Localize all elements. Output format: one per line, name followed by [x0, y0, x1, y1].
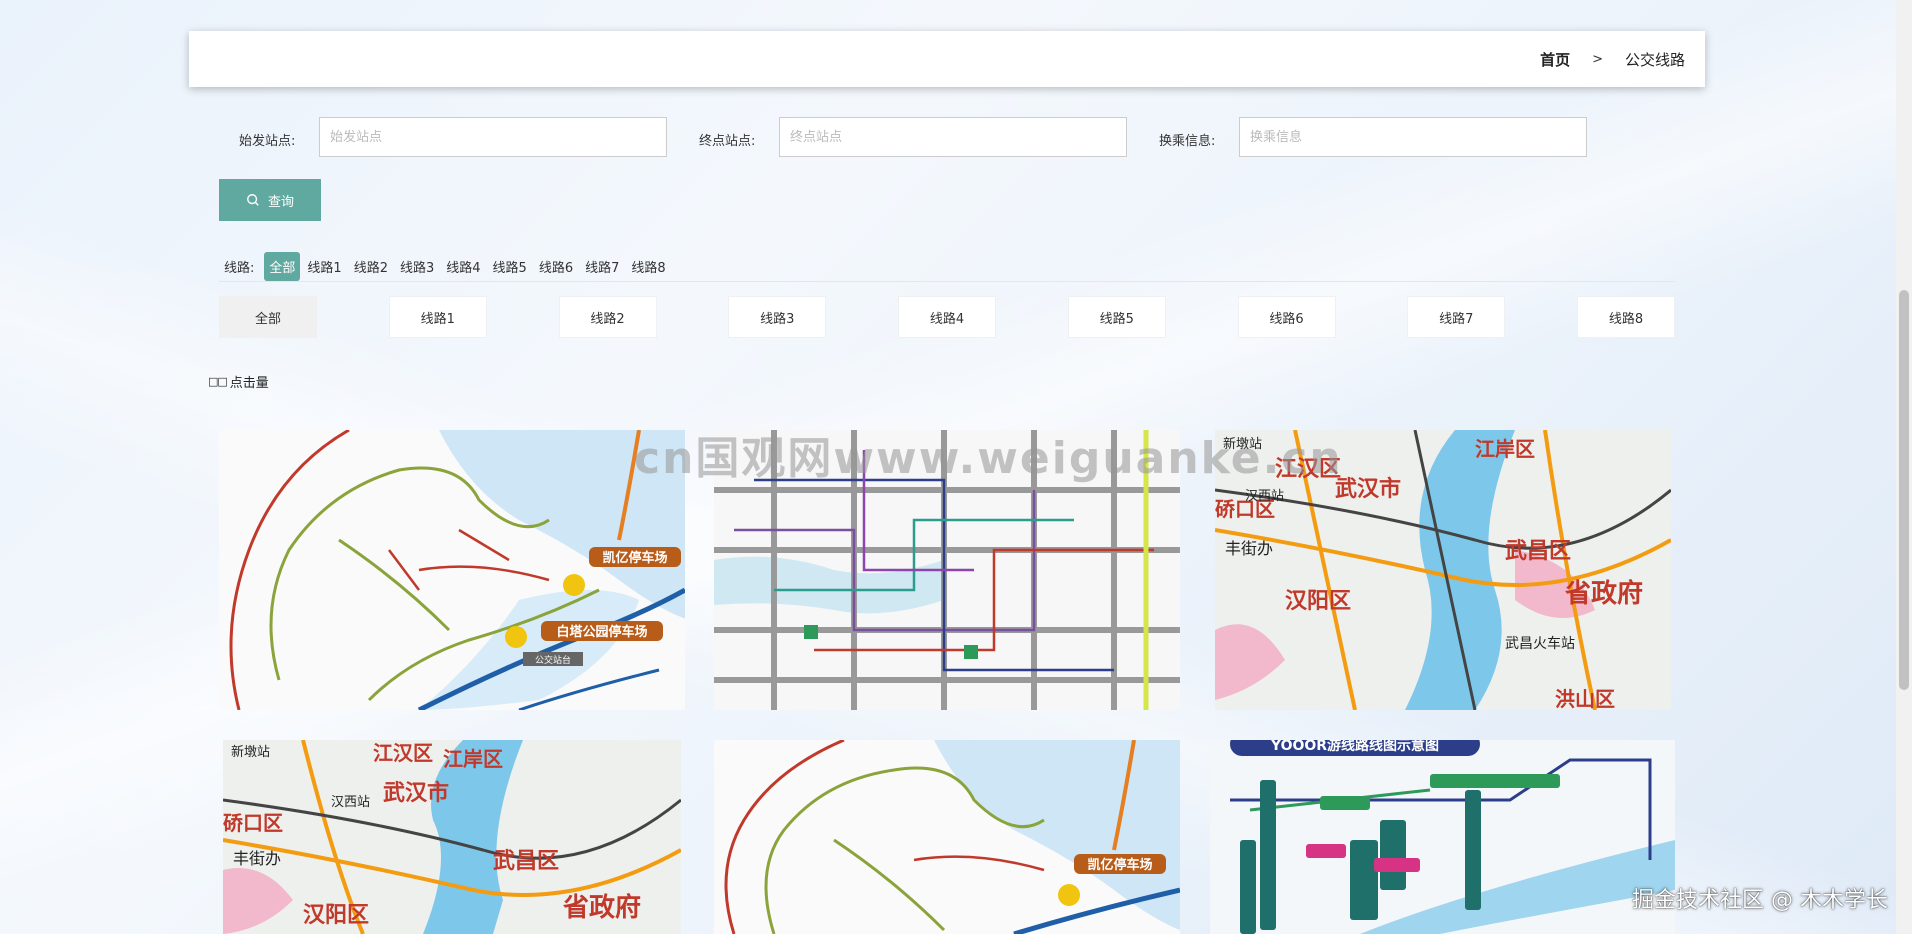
search-icon [247, 194, 259, 206]
query-button[interactable]: 查询 [219, 179, 321, 221]
map-label-hanyang: 汉阳区 [1285, 589, 1351, 614]
filter-divider [219, 281, 1675, 282]
breadcrumb-home-link[interactable]: 首页 [1540, 49, 1570, 70]
tab-all[interactable]: 全部 [219, 296, 317, 338]
start-station-input[interactable] [319, 117, 667, 157]
map-label-fengtang: 丰街办 [1225, 539, 1273, 558]
map-label-wuhan: 武汉市 [383, 780, 449, 806]
route-card[interactable]: YOOOR游线路线图示意图 [1210, 740, 1675, 934]
tab-line4[interactable]: 线路4 [898, 296, 996, 338]
filter-item-line8[interactable]: 线路8 [626, 252, 670, 281]
tab-line1[interactable]: 线路1 [388, 296, 487, 338]
filter-item-line6[interactable]: 线路6 [534, 252, 578, 281]
breadcrumb: 首页 > 公交线路 [1540, 49, 1685, 70]
breadcrumb-current: 公交线路 [1624, 51, 1685, 69]
map-label-hongshan: 洪山区 [1555, 687, 1615, 710]
map-label-bus-stop: 公交站台 [535, 654, 571, 666]
map-label-hanxi: 汉西站 [1245, 489, 1284, 504]
map-label-hanyang: 汉阳区 [303, 903, 369, 928]
line-filter-label: 线路: [224, 261, 255, 276]
route-map-image: 凯亿停车场 白塔公园停车场 公交站台 [219, 430, 685, 710]
end-station-input[interactable] [779, 117, 1127, 157]
tab-line5[interactable]: 线路5 [1067, 296, 1166, 338]
tab-line6[interactable]: 线路6 [1237, 296, 1336, 338]
map-label-fengtang: 丰街办 [233, 849, 281, 868]
filter-item-line3[interactable]: 线路3 [395, 252, 439, 281]
sort-label: 点击量 [229, 376, 269, 391]
tab-line3[interactable]: 线路3 [728, 296, 827, 338]
watermark: cn国观网www.weiguanke.cn [634, 433, 1343, 484]
map-label-baita: 白塔公园停车场 [556, 624, 647, 640]
credit-watermark: 掘金技术社区 @ 木木学长 [1632, 888, 1888, 913]
map-label-jianghan: 江汉区 [373, 741, 433, 765]
route-card[interactable]: 凯亿停车场 [714, 740, 1180, 934]
breadcrumb-separator: > [1592, 52, 1603, 67]
map-label-wuchang: 武昌区 [1505, 539, 1571, 564]
map-label-route-title: YOOOR游线路线图示意图 [1270, 740, 1439, 754]
scrollbar-thumb[interactable] [1899, 290, 1909, 690]
map-label-hanxi: 汉西站 [331, 795, 370, 810]
map-label-wuhan: 武汉市 [1335, 476, 1401, 502]
map-label-provincial-gov: 省政府 [562, 892, 641, 923]
map-label-qiaokou: 硚口区 [223, 811, 283, 835]
route-map-image: 凯亿停车场 [714, 740, 1180, 934]
sort-by-clicks[interactable]: □□ 点击量 [208, 372, 269, 391]
map-label-kaiyi: 凯亿停车场 [1087, 857, 1152, 873]
filter-item-line7[interactable]: 线路7 [580, 252, 624, 281]
map-label-jiangan: 江岸区 [1475, 437, 1535, 461]
query-button-label: 查询 [267, 194, 294, 210]
end-station-label: 终点站点: [699, 134, 756, 149]
route-map-image: YOOOR游线路线图示意图 [1210, 740, 1675, 934]
tab-line2[interactable]: 线路2 [558, 296, 657, 338]
filter-item-line2[interactable]: 线路2 [349, 252, 393, 281]
filter-item-line1[interactable]: 线路1 [302, 252, 346, 281]
map-label-provincial-gov: 省政府 [1564, 578, 1643, 609]
header-bar: 首页 > 公交线路 [189, 31, 1705, 87]
transfer-info-input[interactable] [1239, 117, 1587, 157]
route-map-image: 江汉区 江岸区 武汉市 武昌区 汉阳区 硚口区 省政府 汉西站 丰街办 新墩站 [223, 740, 681, 934]
map-label-kaiyi: 凯亿停车场 [602, 550, 667, 566]
tab-line7[interactable]: 线路7 [1407, 296, 1506, 338]
map-label-wuchang: 武昌区 [493, 849, 559, 874]
route-card[interactable]: 凯亿停车场 白塔公园停车场 公交站台 [219, 430, 685, 710]
map-label-wuchang-station: 武昌火车站 [1505, 635, 1575, 652]
tab-line8[interactable]: 线路8 [1577, 296, 1675, 338]
line-filter-row: 线路: 全部 线路1 线路2 线路3 线路4 线路5 线路6 线路7 线路8 [224, 252, 673, 281]
map-label-xinqiao: 新墩站 [231, 744, 270, 760]
filter-item-line4[interactable]: 线路4 [441, 252, 485, 281]
filter-item-all[interactable]: 全部 [264, 252, 301, 281]
transfer-info-label: 换乘信息: [1159, 134, 1216, 149]
start-station-label: 始发站点: [239, 134, 296, 149]
map-label-jiangan: 江岸区 [443, 747, 503, 771]
page-scrollbar[interactable] [1896, 0, 1912, 934]
sort-icon: □□ [208, 375, 228, 388]
filter-item-line5[interactable]: 线路5 [488, 252, 532, 281]
route-card[interactable]: 江汉区 江岸区 武汉市 武昌区 汉阳区 硚口区 省政府 汉西站 丰街办 新墩站 [223, 740, 681, 934]
line-tabs: 全部 线路1 线路2 线路3 线路4 线路5 线路6 线路7 线路8 [219, 296, 1675, 338]
